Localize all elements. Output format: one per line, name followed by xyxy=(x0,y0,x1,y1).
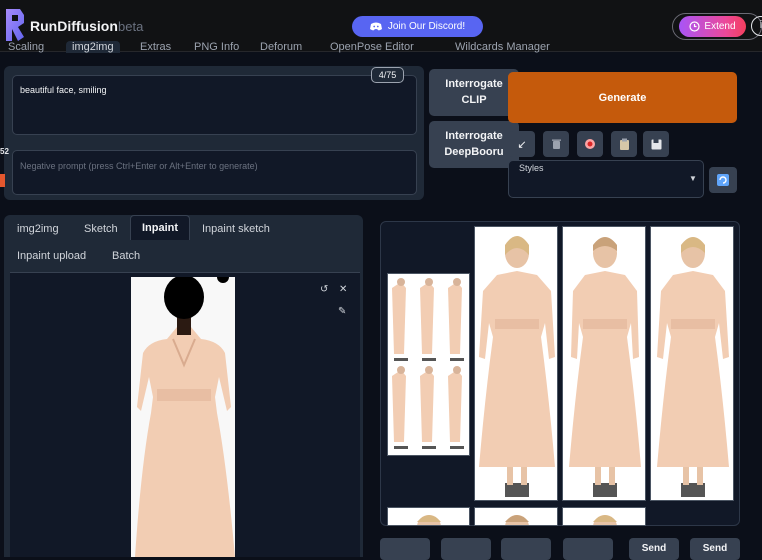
save-icon[interactable] xyxy=(643,131,669,157)
generate-button[interactable]: Generate xyxy=(508,72,737,123)
refresh-icon[interactable] xyxy=(709,167,737,193)
inpaint-source-image[interactable] xyxy=(131,277,235,557)
interrogate-clip-line2: CLIP xyxy=(461,94,487,106)
prompt-textarea[interactable]: beautiful face, smiling xyxy=(12,75,417,135)
side-indicator xyxy=(0,174,5,187)
gallery-image-5[interactable] xyxy=(474,507,558,526)
tab-wildcards-manager[interactable]: Wildcards Manager xyxy=(455,41,550,53)
subtab-inpaint[interactable]: Inpaint xyxy=(130,215,191,240)
join-discord-button[interactable]: Join Our Discord! xyxy=(352,16,483,37)
subtab-img2img[interactable]: img2img xyxy=(17,223,59,235)
tab-img2img[interactable]: img2img xyxy=(66,41,120,53)
clipboard-icon[interactable] xyxy=(611,131,637,157)
discord-label: Join Our Discord! xyxy=(387,21,466,32)
chevron-down-icon: ▼ xyxy=(689,174,697,183)
interrogate-deepbooru-button[interactable]: Interrogate DeepBooru xyxy=(429,121,519,168)
tab-openpose-editor[interactable]: OpenPose Editor xyxy=(330,41,414,53)
tab-extras[interactable]: Extras xyxy=(140,41,171,53)
style-apply-icon[interactable] xyxy=(577,131,603,157)
main-tabs: Scaling img2img Extras PNG Info Deforum … xyxy=(0,41,762,59)
tab-scaling[interactable]: Scaling xyxy=(8,41,44,53)
clock-plus-icon xyxy=(689,21,701,32)
brand-name: RunDiffusion xyxy=(30,18,118,34)
trash-icon[interactable] xyxy=(543,131,569,157)
rundiffusion-logo-icon xyxy=(6,9,24,41)
gallery-image-6[interactable] xyxy=(562,507,646,526)
subtab-sketch[interactable]: Sketch xyxy=(84,223,118,235)
subtab-inpaint-sketch[interactable]: Inpaint sketch xyxy=(202,223,270,235)
extend-button[interactable]: Extend xyxy=(679,16,746,37)
extend-label: Extend xyxy=(704,21,736,32)
interrogate-clip-line1: Interrogate xyxy=(445,78,503,90)
interrogate-clip-button[interactable]: Interrogate CLIP xyxy=(429,69,519,116)
brush-icon[interactable]: ✎ xyxy=(338,306,346,317)
gallery-grid-thumbnail[interactable] xyxy=(387,273,470,456)
undo-icon[interactable]: ↺ xyxy=(320,284,328,295)
tab-deforum[interactable]: Deforum xyxy=(260,41,302,53)
close-icon[interactable]: ✕ xyxy=(339,284,347,295)
interrogate-deepbooru-line2: DeepBooru xyxy=(444,146,504,158)
styles-label: Styles xyxy=(519,163,544,173)
subtab-batch[interactable]: Batch xyxy=(112,250,140,262)
interrogate-deepbooru-line1: Interrogate xyxy=(445,130,503,142)
tab-png-info[interactable]: PNG Info xyxy=(194,41,239,53)
gallery-image-2[interactable] xyxy=(562,226,646,501)
negative-prompt-textarea[interactable]: Negative prompt (press Ctrl+Enter or Alt… xyxy=(12,150,417,195)
beta-label: beta xyxy=(118,19,144,34)
gallery-image-4[interactable] xyxy=(387,507,470,526)
discord-icon xyxy=(369,22,382,31)
token-counter: 4/75 xyxy=(371,67,404,83)
side-counter: 52 xyxy=(0,147,9,156)
gallery-image-3[interactable] xyxy=(650,226,734,501)
subtab-inpaint-upload[interactable]: Inpaint upload xyxy=(17,250,86,262)
gallery-image-1[interactable] xyxy=(474,226,558,501)
arrow-down-left-icon[interactable]: ↙ xyxy=(509,131,535,157)
